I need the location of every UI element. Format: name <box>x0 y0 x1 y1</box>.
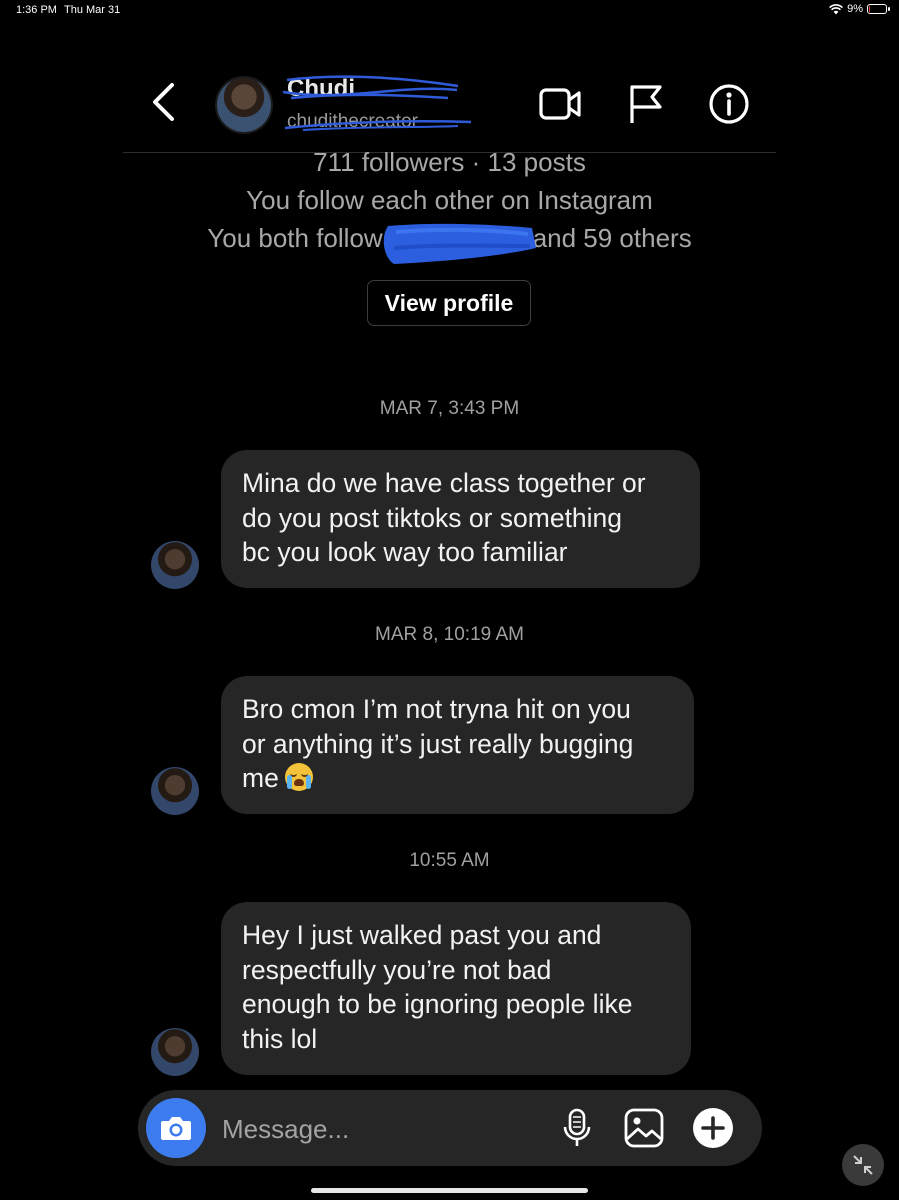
message-input[interactable] <box>220 1108 524 1150</box>
message-bubble[interactable]: Bro cmon I’m not tryna hit on you or any… <box>221 676 694 814</box>
message-bubble[interactable]: Hey I just walked past you and respectfu… <box>221 902 691 1075</box>
plus-icon <box>693 1108 733 1148</box>
message-line: bc you look way too familiar <box>242 537 568 567</box>
mutual-prefix: You both follow <box>207 223 383 253</box>
gallery-button[interactable] <box>622 1106 666 1150</box>
microphone-icon <box>563 1108 591 1146</box>
status-indicators: 9% <box>829 3 890 15</box>
status-time: 1:36 PM <box>16 4 57 16</box>
message-timestamp: 10:55 AM <box>409 850 490 871</box>
sender-avatar[interactable] <box>151 1028 199 1076</box>
message-line: do you post tiktoks or something <box>242 502 623 533</box>
message-text: me <box>242 763 279 793</box>
contact-username[interactable]: chudithecreator <box>287 111 418 133</box>
follow-status: You follow each other on Instagram <box>246 185 653 215</box>
sender-avatar[interactable] <box>151 541 199 589</box>
message-line: respectfully you’re not bad <box>242 954 552 985</box>
message-bubble[interactable]: Mina do we have class together or do you… <box>221 450 700 588</box>
battery-icon <box>867 4 890 14</box>
message-line: Mina do we have class together or <box>242 468 646 498</box>
back-icon <box>153 83 174 121</box>
report-button[interactable] <box>625 82 669 126</box>
message-line: this lol <box>242 1023 318 1054</box>
minimize-icon <box>853 1155 873 1175</box>
home-indicator[interactable] <box>311 1188 588 1193</box>
message-line: enough to be ignoring people like <box>242 989 633 1019</box>
chat-header: Chudi chudithecreator <box>123 60 776 153</box>
message-line: or anything it’s just really bugging <box>242 728 634 759</box>
camera-button[interactable] <box>146 1098 206 1158</box>
avatar[interactable] <box>215 76 273 134</box>
wifi-icon <box>829 3 844 14</box>
message-line: Hey I just walked past you and <box>242 920 602 950</box>
message-line: Bro cmon I’m not tryna hit on you <box>242 694 631 724</box>
voice-message-button[interactable] <box>555 1106 599 1150</box>
status-bar: 1:36 PM Thu Mar 31 9% <box>0 0 899 22</box>
video-call-button[interactable] <box>538 82 582 126</box>
battery-level <box>869 6 870 12</box>
status-date: Thu Mar 31 <box>64 4 121 16</box>
loudly-crying-face-emoji <box>284 763 313 791</box>
mutual-suffix: and 59 others <box>532 223 692 253</box>
add-button[interactable] <box>691 1106 735 1150</box>
profile-stats: 711 followers · 13 posts <box>313 147 586 177</box>
message-timestamp: MAR 8, 10:19 AM <box>375 624 524 645</box>
mutual-followers: You both follow and 59 others <box>0 223 899 254</box>
contact-name[interactable]: Chudi <box>287 75 355 103</box>
message-line: me <box>242 761 672 796</box>
video-call-icon <box>539 88 581 120</box>
info-button[interactable] <box>707 82 751 126</box>
camera-icon <box>161 1117 191 1140</box>
gallery-icon <box>624 1108 664 1148</box>
back-button[interactable] <box>145 80 185 124</box>
message-composer <box>138 1090 762 1166</box>
sender-avatar[interactable] <box>151 767 199 815</box>
battery-percent: 9% <box>847 3 863 15</box>
minimize-button[interactable] <box>842 1144 884 1186</box>
info-icon <box>709 84 749 124</box>
view-profile-button[interactable]: View profile <box>367 280 531 326</box>
flag-icon <box>630 85 662 123</box>
message-timestamp: MAR 7, 3:43 PM <box>379 398 520 419</box>
